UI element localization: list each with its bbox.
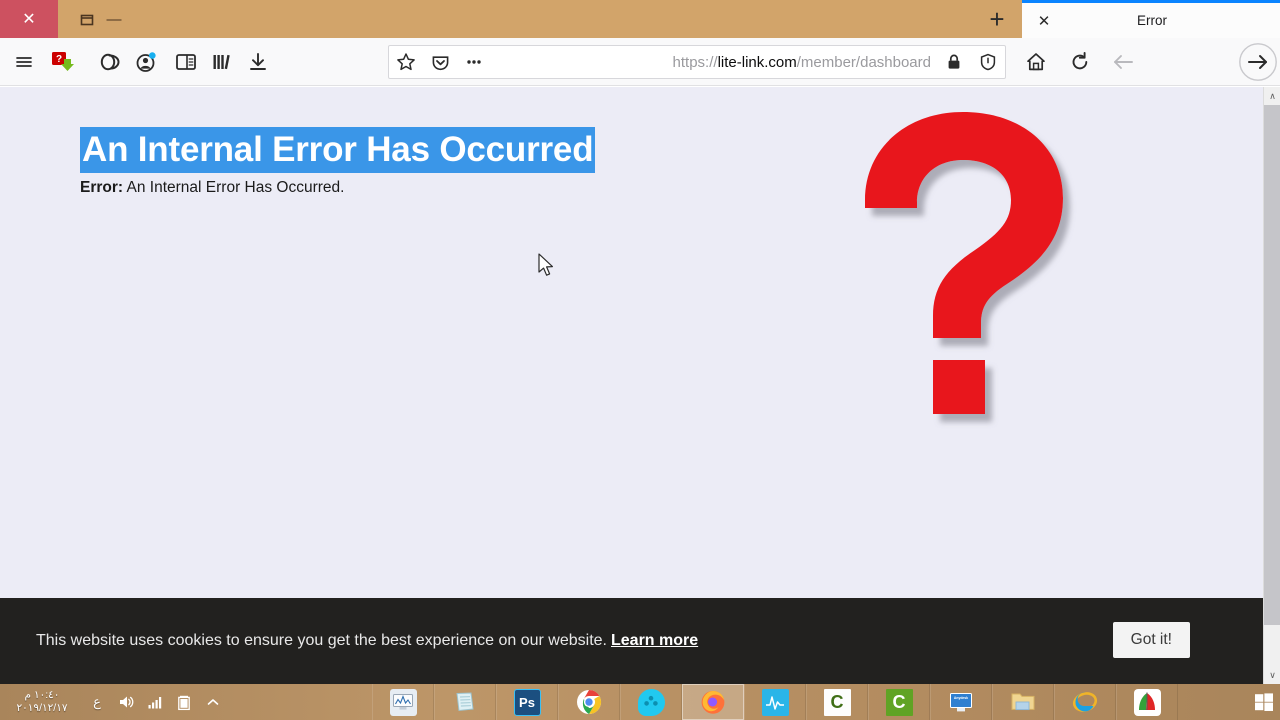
network-signal-icon[interactable] xyxy=(145,690,165,714)
media-player-icon xyxy=(637,688,665,716)
taskbar-app-file-explorer[interactable] xyxy=(992,684,1054,720)
photoshop-icon: Ps xyxy=(513,688,541,716)
library-icon[interactable] xyxy=(204,38,240,86)
system-monitor-icon xyxy=(389,688,417,716)
clock-time: ١٠:٤٠ م xyxy=(24,688,60,701)
download-manager-icon xyxy=(1133,688,1161,716)
scrollbar-thumb[interactable] xyxy=(1264,105,1280,625)
tab-error[interactable]: ✕ Error xyxy=(1022,0,1280,38)
internet-explorer-icon xyxy=(1072,689,1099,716)
error-message-text: An Internal Error Has Occurred. xyxy=(126,179,345,196)
camtasia-editor-icon: C xyxy=(823,688,851,716)
browser-window: ✕ — + ✕ Error ? https://lite-link.com/me… xyxy=(0,0,1280,684)
cookie-accept-button[interactable]: Got it! xyxy=(1112,622,1190,658)
tracking-protection-icon[interactable] xyxy=(971,46,1005,78)
windows-logo-icon xyxy=(1255,693,1273,711)
reload-icon[interactable] xyxy=(1062,38,1098,86)
taskbar-app-system-monitor[interactable] xyxy=(372,684,434,720)
cookie-learn-more-link[interactable]: Learn more xyxy=(611,632,698,649)
pocket-icon[interactable] xyxy=(423,46,457,78)
chrome-icon xyxy=(576,689,603,716)
downloads-icon[interactable] xyxy=(240,38,276,86)
file-explorer-icon xyxy=(1010,689,1037,716)
taskbar-app-camtasia-recorder[interactable]: C xyxy=(868,684,930,720)
cookie-message: This website uses cookies to ensure you … xyxy=(36,632,607,649)
svg-text:Anydesk: Anydesk xyxy=(954,696,968,700)
taskbar-app-remote-desktop[interactable]: Anydesk xyxy=(930,684,992,720)
url-path: /member/dashboard xyxy=(796,53,931,71)
taskbar-app-download-manager[interactable] xyxy=(1116,684,1178,720)
system-clock[interactable]: ١٠:٤٠ م ٢٠١٩/١٢/١٧ xyxy=(6,689,78,715)
remote-desktop-icon: Anydesk xyxy=(948,689,975,716)
cookie-consent-banner: This website uses cookies to ensure you … xyxy=(0,598,1263,684)
taskbar-app-buttons: Ps C C Anydesk xyxy=(372,684,1178,720)
account-avatar-icon[interactable] xyxy=(128,38,164,86)
url-host: lite-link.com xyxy=(717,53,797,71)
pulse-monitor-icon xyxy=(761,688,789,716)
url-text[interactable]: https://lite-link.com/member/dashboard xyxy=(491,54,937,71)
volume-icon[interactable] xyxy=(116,690,136,714)
firefox-icon xyxy=(700,689,727,716)
error-message-line: Error: An Internal Error Has Occurred. xyxy=(80,179,344,197)
taskbar-app-camtasia-editor[interactable]: C xyxy=(806,684,868,720)
taskbar-app-media-player[interactable] xyxy=(620,684,682,720)
red-question-mark-icon xyxy=(845,102,1095,432)
page-content: An Internal Error Has Occurred Error: An… xyxy=(0,87,1280,684)
camtasia-recorder-icon: C xyxy=(885,688,913,716)
taskbar-app-internet-explorer[interactable] xyxy=(1054,684,1116,720)
taskbar-app-chrome[interactable] xyxy=(558,684,620,720)
address-bar[interactable]: https://lite-link.com/member/dashboard xyxy=(388,45,1006,79)
idm-extension-icon[interactable]: ? xyxy=(46,38,82,86)
tab-close-icon[interactable]: ✕ xyxy=(1022,3,1066,38)
mouse-cursor xyxy=(538,253,556,283)
tab-title: Error xyxy=(1137,13,1167,28)
restore-icon xyxy=(80,14,94,26)
url-scheme: https:// xyxy=(672,53,718,71)
language-indicator[interactable]: ع xyxy=(87,690,107,714)
link-extension-icon[interactable] xyxy=(92,38,128,86)
system-tray: ١٠:٤٠ م ٢٠١٩/١٢/١٧ ع xyxy=(0,684,223,720)
notepad-icon xyxy=(452,689,479,716)
reader-sidebar-icon[interactable] xyxy=(168,38,204,86)
home-icon[interactable] xyxy=(1018,38,1054,86)
window-minimize-button[interactable]: — xyxy=(94,0,134,38)
new-tab-button[interactable]: + xyxy=(972,0,1022,38)
svg-text:?: ? xyxy=(56,54,62,65)
show-hidden-icons-icon[interactable] xyxy=(203,690,223,714)
taskbar-app-notepad[interactable] xyxy=(434,684,496,720)
taskbar-app-pulse-monitor[interactable] xyxy=(744,684,806,720)
back-arrow-icon[interactable] xyxy=(1105,38,1141,86)
padlock-icon[interactable] xyxy=(937,46,971,78)
cookie-banner-text: This website uses cookies to ensure you … xyxy=(36,632,698,650)
scroll-up-button[interactable]: ∧ xyxy=(1264,87,1280,105)
bookmark-star-icon[interactable] xyxy=(389,46,423,78)
forward-arrow-icon[interactable] xyxy=(1238,38,1278,86)
page-title: An Internal Error Has Occurred xyxy=(80,127,596,173)
error-prefix: Error: xyxy=(80,179,124,196)
window-close-button[interactable]: ✕ xyxy=(0,0,58,38)
windows-taskbar: ١٠:٤٠ م ٢٠١٩/١٢/١٧ ع Ps C C Anydesk xyxy=(0,684,1280,720)
scroll-down-button[interactable]: ∨ xyxy=(1264,666,1280,684)
show-desktop-button[interactable] xyxy=(1248,684,1280,720)
taskbar-app-photoshop[interactable]: Ps xyxy=(496,684,558,720)
clock-date: ٢٠١٩/١٢/١٧ xyxy=(16,702,68,714)
window-titlebar: ✕ — + ✕ Error xyxy=(0,0,1280,38)
hamburger-menu-icon[interactable] xyxy=(6,38,42,86)
page-actions-ellipsis-icon[interactable] xyxy=(457,46,491,78)
battery-icon[interactable] xyxy=(174,690,194,714)
page-scrollbar[interactable]: ∧ ∨ xyxy=(1263,87,1280,684)
taskbar-app-firefox[interactable] xyxy=(682,684,744,720)
